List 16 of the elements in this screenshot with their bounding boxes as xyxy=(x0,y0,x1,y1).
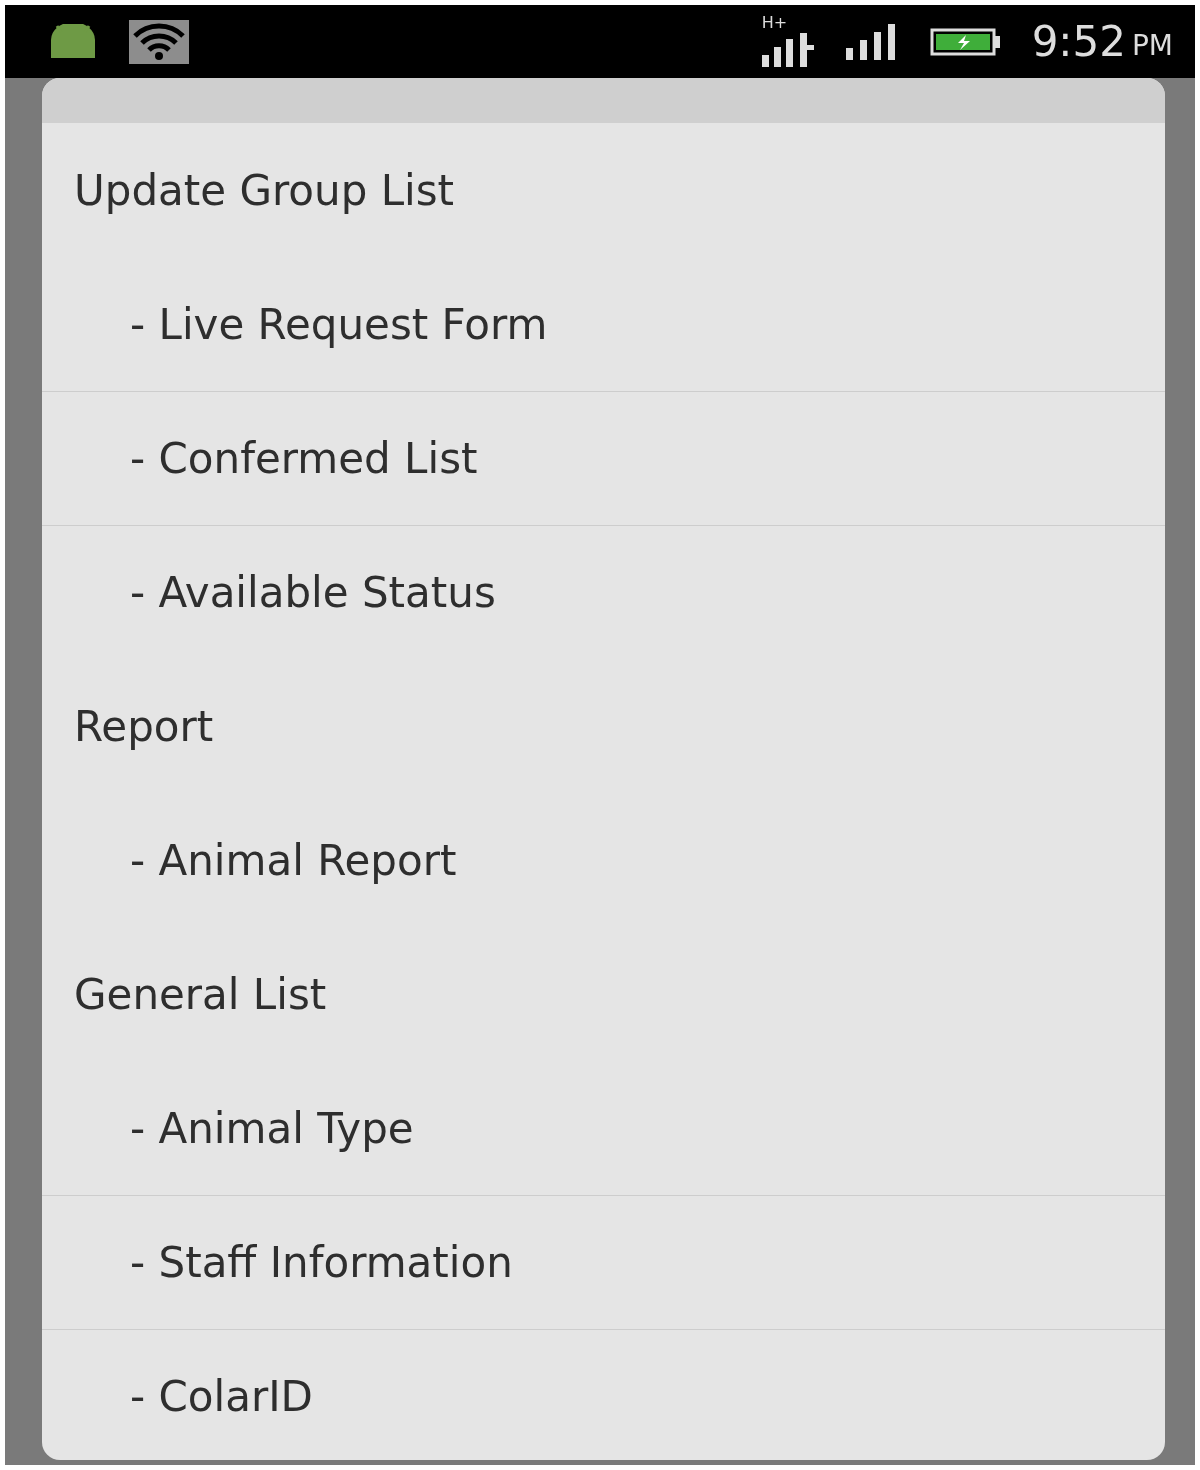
network-type-label: H+ xyxy=(761,12,788,32)
menu-item[interactable]: - Live Request Form xyxy=(42,257,1165,391)
clock-time: 9:52 xyxy=(1031,17,1126,66)
menu-item[interactable]: - Available Status xyxy=(42,525,1165,659)
signal-icon xyxy=(761,30,816,67)
wifi-icon xyxy=(129,19,189,64)
clock-meridiem: PM xyxy=(1131,29,1173,62)
menu-group-header: General List xyxy=(73,968,328,1021)
menu-item[interactable]: - ColarID xyxy=(42,1329,1165,1460)
menu-item[interactable]: - Animal Report xyxy=(42,793,1165,927)
battery-icon xyxy=(929,27,1002,56)
menu-item[interactable]: - Animal Type xyxy=(42,1061,1165,1195)
menu-group-header: Report xyxy=(73,700,215,753)
menu-item[interactable]: - Staff Information xyxy=(42,1195,1165,1329)
menu-item[interactable]: - Confermed List xyxy=(42,391,1165,525)
menu-group-header: Update Group List xyxy=(73,164,456,217)
